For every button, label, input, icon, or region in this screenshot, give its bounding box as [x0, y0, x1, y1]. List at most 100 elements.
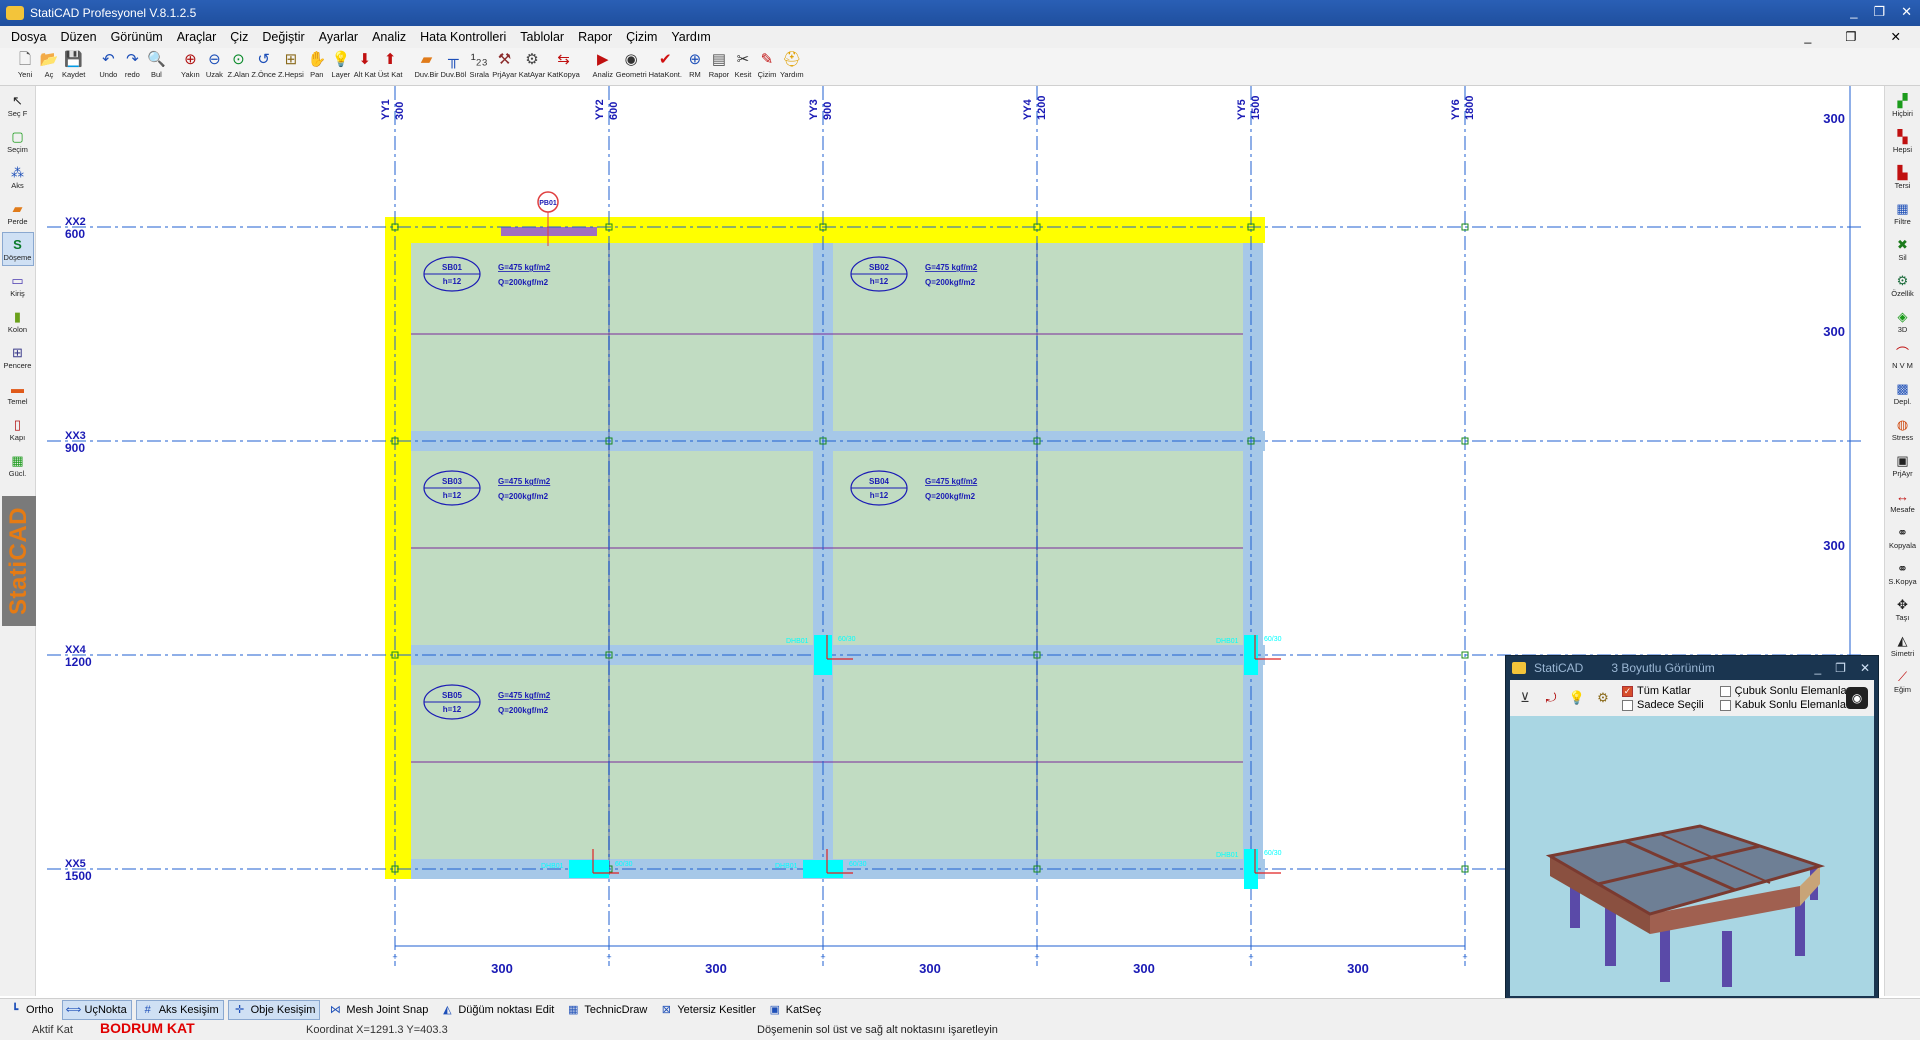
toolbar-yak-n-button[interactable]: ⊕ Yakın [179, 48, 201, 79]
right-tool-prjayr[interactable]: ▣ PrjAyr [1886, 448, 1920, 482]
snap-katse-toggle[interactable]: ▣ KatSeç [764, 1000, 825, 1020]
kabuk-sonlu-box[interactable] [1719, 699, 1731, 711]
sadece-secili-box[interactable] [1622, 699, 1633, 711]
3d-render-viewport[interactable] [1510, 716, 1874, 996]
right-tool-filtre[interactable]: ▦ Filtre [1886, 196, 1920, 230]
right-tool-simetri[interactable]: ◭ Simetri [1886, 628, 1920, 662]
toolbar-prjayar-button[interactable]: ⚒ PrjAyar [492, 48, 516, 79]
menu-ciz[interactable]: Çiz [230, 30, 248, 44]
snap-mesh-joint-snap-toggle[interactable]: ⋈ Mesh Joint Snap [324, 1000, 432, 1020]
left-tool-pencere[interactable]: ⊞ Pencere [2, 340, 34, 374]
right-tool-ta[interactable]: ✥ Taşı [1886, 592, 1920, 626]
left-tool-d-eme[interactable]: S Döşeme [1, 232, 34, 266]
3d-maximize-button[interactable]: ❐ [1835, 661, 1846, 675]
left-tool-temel[interactable]: ▬ Temel [2, 376, 34, 410]
left-tool-kiri[interactable]: ▭ Kiriş [2, 268, 34, 302]
right-tool-s-kopya[interactable]: ⚭ S.Kopya [1886, 556, 1920, 590]
menu-analiz[interactable]: Analiz [372, 30, 406, 44]
cubuk-sonlu-checkbox[interactable]: Çubuk Sonlu Elemanlar [1719, 684, 1850, 698]
menu-tablolar[interactable]: Tablolar [520, 30, 564, 44]
toolbar-katayar-button[interactable]: ⚙ KatAyar [519, 48, 546, 79]
toolbar-kesit-button[interactable]: ✂ Kesit [732, 48, 754, 79]
menu-cizim[interactable]: Çizim [626, 30, 657, 44]
menu-gorunum[interactable]: Görünüm [111, 30, 163, 44]
right-tool-hepsi[interactable]: ▚ Hepsi [1886, 124, 1920, 158]
toolbar-undo-button[interactable]: ↶ Undo [97, 48, 119, 79]
right-tool-stress[interactable]: ◍ Stress [1886, 412, 1920, 446]
toolbar-duv-bir-button[interactable]: ▰ Duv.Bir [414, 48, 438, 79]
toolbar-z-hepsi-button[interactable]: ⊞ Z.Hepsi [278, 48, 304, 79]
right-tool-sil[interactable]: ✖ Sil [1886, 232, 1920, 266]
right-tool-e-im[interactable]: ⟋ Eğim [1886, 664, 1920, 698]
toolbar-z-nce-button[interactable]: ↺ Z.Önce [251, 48, 276, 79]
toolbar-s-rala-button[interactable]: ¹₂₃ Sırala [468, 48, 490, 79]
toolbar-hatakont-button[interactable]: ✔ HataKont. [649, 48, 682, 79]
toolbar-st-kat-button[interactable]: ⬆ Üst Kat [378, 48, 403, 79]
menu-yardim[interactable]: Yardım [671, 30, 710, 44]
menu-hata-kontrolleri[interactable]: Hata Kontrolleri [420, 30, 506, 44]
left-tool-kolon[interactable]: ▮ Kolon [2, 304, 34, 338]
toolbar-layer-button[interactable]: 💡 Layer [330, 48, 352, 79]
toolbar-a-button[interactable]: 📂 Aç [38, 48, 60, 79]
doc-close-button[interactable]: ✕ [1891, 26, 1901, 48]
right-tool-hi-biri[interactable]: ▞ Hiçbiri [1886, 88, 1920, 122]
3d-axes-icon[interactable]: ⊻ [1516, 689, 1534, 707]
menu-degistir[interactable]: Değiştir [262, 30, 304, 44]
left-tool-aks[interactable]: ⁂ Aks [2, 160, 34, 194]
3d-settings-icon[interactable]: ⚙ [1594, 689, 1612, 707]
right-tool-depl[interactable]: ▩ Depl. [1886, 376, 1920, 410]
snap-u-nokta-toggle[interactable]: ⟺ UçNokta [61, 999, 132, 1020]
menu-dosya[interactable]: Dosya [11, 30, 46, 44]
toolbar-alt-kat-button[interactable]: ⬇ Alt Kat [354, 48, 376, 79]
toolbar-rapor-button[interactable]: ▤ Rapor [708, 48, 730, 79]
close-button[interactable]: ✕ [1901, 4, 1912, 20]
sadece-secili-checkbox[interactable]: Sadece Seçili [1622, 698, 1704, 712]
3d-minimize-button[interactable]: _ [1814, 661, 1821, 675]
toolbar-izim-button[interactable]: ✎ Çizim [756, 48, 778, 79]
right-tool-kopyala[interactable]: ⚭ Kopyala [1886, 520, 1920, 554]
left-tool-g-cl[interactable]: ▦ Gücl. [2, 448, 34, 482]
minimize-button[interactable]: _ [1850, 4, 1857, 20]
right-tool-zellik[interactable]: ⚙ Özellik [1886, 268, 1920, 302]
3d-view-window[interactable]: StatiCAD 3 Boyutlu Görünüm _ ❐ ✕ ⊻ ⤾ 💡 ⚙… [1505, 655, 1879, 1001]
snap-aks-kesi-im-toggle[interactable]: # Aks Kesişim [135, 999, 224, 1020]
tum-katlar-checkbox[interactable]: ✓ Tüm Katlar [1622, 684, 1704, 698]
toolbar-z-alan-button[interactable]: ⊙ Z.Alan [227, 48, 250, 79]
kabuk-sonlu-checkbox[interactable]: Kabuk Sonlu Elemanlar [1719, 698, 1851, 712]
menu-duzen[interactable]: Düzen [60, 30, 96, 44]
cubuk-sonlu-box[interactable] [1719, 685, 1731, 697]
toolbar-duv-b-l-button[interactable]: ╥ Duv.Böl [441, 48, 467, 79]
toolbar-bul-button[interactable]: 🔍 Bul [145, 48, 167, 79]
right-tool-n-v-m[interactable]: ⌒ N V M [1886, 340, 1920, 374]
3d-camera-icon[interactable]: ◉ [1846, 687, 1868, 709]
snap-ortho-toggle[interactable]: ┗ Ortho [4, 1000, 58, 1020]
doc-minimize-button[interactable]: _ [1804, 26, 1811, 48]
maximize-button[interactable]: ❐ [1873, 4, 1885, 20]
menu-ayarlar[interactable]: Ayarlar [319, 30, 358, 44]
menu-araclar[interactable]: Araçlar [177, 30, 217, 44]
toolbar-kaydet-button[interactable]: 💾 Kaydet [62, 48, 85, 79]
doc-restore-button[interactable]: ❐ [1845, 26, 1856, 48]
right-tool-mesafe[interactable]: ↔ Mesafe [1886, 484, 1920, 518]
toolbar-rm-button[interactable]: ⊕ RM [684, 48, 706, 79]
toolbar-geometri-button[interactable]: ◉ Geometri [616, 48, 647, 79]
3d-light-bulb-icon[interactable]: 💡 [1568, 689, 1586, 707]
toolbar-redo-button[interactable]: ↷ redo [121, 48, 143, 79]
toolbar-pan-button[interactable]: ✋ Pan [306, 48, 328, 79]
right-tool-tersi[interactable]: ▙ Tersi [1886, 160, 1920, 194]
menu-rapor[interactable]: Rapor [578, 30, 612, 44]
toolbar-uzak-button[interactable]: ⊖ Uzak [203, 48, 225, 79]
left-tool-se-f[interactable]: ↖ Seç F [2, 88, 34, 122]
right-tool-3d[interactable]: ◈ 3D [1886, 304, 1920, 338]
3d-close-button[interactable]: ✕ [1860, 661, 1870, 675]
left-tool-perde[interactable]: ▰ Perde [2, 196, 34, 230]
snap-technicdraw-toggle[interactable]: ▦ TechnicDraw [562, 1000, 651, 1020]
toolbar-analiz-button[interactable]: ▶ Analiz [592, 48, 614, 79]
snap-yetersiz-kesitler-toggle[interactable]: ⊠ Yetersiz Kesitler [655, 1000, 759, 1020]
3d-rotate-icon[interactable]: ⤾ [1542, 689, 1560, 707]
toolbar-yard-m-button[interactable]: ⛑ Yardım [780, 48, 804, 79]
tum-katlar-box[interactable]: ✓ [1622, 685, 1633, 697]
toolbar-katkopya-button[interactable]: ⇆ KatKopya [547, 48, 580, 79]
snap-d-m-noktas-edit-toggle[interactable]: ◭ Düğüm noktası Edit [436, 1000, 558, 1020]
snap-obje-kesi-im-toggle[interactable]: ✛ Obje Kesişim [227, 999, 321, 1020]
